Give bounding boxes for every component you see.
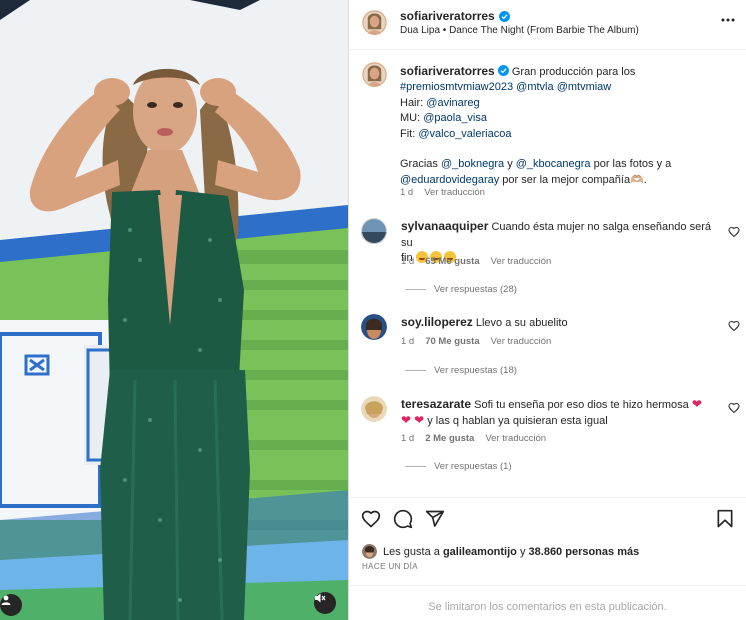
comment-time[interactable]: 1 d xyxy=(401,256,414,267)
comment-text: Llevo a su abuelito xyxy=(475,317,568,329)
caption-label: Hair: xyxy=(400,96,424,109)
view-replies-label: Ver respuestas (1) xyxy=(434,461,512,472)
commenter-username[interactable]: soy.liloperez xyxy=(401,315,473,329)
red-heart-emoji: ❤ xyxy=(401,412,412,427)
caption-text: Gracias xyxy=(400,158,438,171)
see-translation-link[interactable]: Ver traducción xyxy=(491,256,552,267)
comment-text: y las q hablan ya quisieran esta igual xyxy=(427,414,608,427)
commenter-avatar[interactable] xyxy=(361,218,387,244)
caption-username[interactable]: sofiariveratorres xyxy=(400,64,495,78)
mention-link[interactable]: @mtvla xyxy=(516,81,553,93)
author-avatar[interactable] xyxy=(362,10,387,35)
caption-avatar[interactable] xyxy=(362,62,387,87)
more-icon xyxy=(721,18,735,22)
replies-divider xyxy=(405,289,426,290)
heart-icon xyxy=(361,510,381,528)
share-icon xyxy=(425,510,445,527)
heart-icon[interactable] xyxy=(728,320,740,332)
likes-summary: Les gusta a galileamontijo y 38.860 pers… xyxy=(362,544,639,559)
comment-time[interactable]: 1 d xyxy=(401,433,414,444)
comment-meta: 1 d 2 Me gusta Ver traducción xyxy=(401,433,546,444)
caption-text: por las fotos y a xyxy=(593,158,672,171)
post-header: sofiariveratorres Dua Lipa • Dance The N… xyxy=(349,0,746,50)
mention-link[interactable]: @avinareg xyxy=(426,97,479,109)
replies-divider xyxy=(405,466,426,467)
like-button[interactable] xyxy=(360,508,382,530)
comment-text-block: soy.liloperez Llevo a su abuelito xyxy=(401,315,719,332)
comment-text: Sofi tu enseña por eso dios te hizo herm… xyxy=(474,399,689,411)
commenter-avatar[interactable] xyxy=(361,396,387,422)
user-tag-button[interactable] xyxy=(0,594,22,616)
post-media[interactable] xyxy=(0,0,348,620)
commenter-username[interactable]: teresazarate xyxy=(401,397,471,411)
liker-username[interactable]: galileamontijo xyxy=(443,546,517,558)
mention-link[interactable]: @_kbocanegra xyxy=(516,158,591,170)
verified-icon xyxy=(498,10,510,22)
user-tag-icon xyxy=(1,595,11,605)
red-heart-emoji: ❤ xyxy=(691,397,702,411)
comment-meta: 1 d 65 Me gusta Ver traducción xyxy=(401,256,551,267)
commenter-avatar[interactable] xyxy=(361,314,387,340)
post-actions: Les gusta a galileamontijo y 38.860 pers… xyxy=(349,497,746,620)
comment-likes[interactable]: 65 Me gusta xyxy=(425,256,479,267)
post-time: HACE UN DÍA xyxy=(362,562,418,571)
mention-link[interactable]: @mtvmiaw xyxy=(557,81,612,93)
heart-icon[interactable] xyxy=(728,226,740,238)
caption-text: y xyxy=(507,158,513,171)
more-options-button[interactable] xyxy=(720,12,736,28)
see-translation-link[interactable]: Ver traducción xyxy=(485,433,546,444)
audio-track[interactable]: Dua Lipa • Dance The Night (From Barbie … xyxy=(400,25,639,36)
author-name-row: sofiariveratorres xyxy=(400,9,510,23)
caption-text: Gran producción para los xyxy=(511,66,636,78)
save-button[interactable] xyxy=(714,508,736,530)
post-caption: sofiariveratorres Gran producción para l… xyxy=(400,64,700,188)
mention-link[interactable]: @paola_visa xyxy=(423,112,487,124)
post-panel: sofiariveratorres Dua Lipa • Dance The N… xyxy=(349,0,746,620)
comment-icon xyxy=(393,509,413,529)
caption-text: por ser la mejor compañía🫶🏼. xyxy=(502,173,647,186)
mute-button[interactable] xyxy=(314,592,336,614)
post-photo xyxy=(0,0,348,620)
red-heart-emoji: ❤ xyxy=(414,412,425,427)
view-replies-button[interactable]: Ver respuestas (1) xyxy=(405,461,512,472)
replies-divider xyxy=(405,370,426,371)
likes-count[interactable]: 38.860 personas más xyxy=(529,546,640,558)
comment-likes[interactable]: 70 Me gusta xyxy=(425,336,479,347)
see-translation-link[interactable]: Ver traducción xyxy=(491,336,552,347)
comment-text-block: teresazarate Sofi tu enseña por eso dios… xyxy=(401,397,719,429)
view-replies-button[interactable]: Ver respuestas (18) xyxy=(405,365,517,376)
comment-meta: 1 d 70 Me gusta Ver traducción xyxy=(401,336,551,347)
author-username[interactable]: sofiariveratorres xyxy=(400,9,495,23)
caption-meta: 1 d Ver traducción xyxy=(400,187,485,198)
mention-link[interactable]: @eduardovidegaray xyxy=(400,174,499,186)
comment-time[interactable]: 1 d xyxy=(401,336,414,347)
comments-limited-notice: Se limitaron los comentarios en esta pub… xyxy=(349,585,746,613)
caption-label: Fit: xyxy=(400,127,416,140)
mention-link[interactable]: @_boknegra xyxy=(441,158,504,170)
liker-avatar[interactable] xyxy=(362,544,377,559)
mute-icon xyxy=(315,593,326,603)
heart-icon[interactable] xyxy=(728,402,740,414)
likes-prefix: Les gusta a xyxy=(383,545,440,558)
likes-middle: y xyxy=(519,545,526,558)
comment-likes[interactable]: 2 Me gusta xyxy=(425,433,474,444)
caption-time[interactable]: 1 d xyxy=(400,187,413,198)
see-translation-link[interactable]: Ver traducción xyxy=(424,187,485,198)
view-replies-button[interactable]: Ver respuestas (28) xyxy=(405,284,517,295)
view-replies-label: Ver respuestas (18) xyxy=(434,365,517,376)
save-icon xyxy=(717,509,733,528)
caption-label: MU: xyxy=(400,112,421,125)
share-button[interactable] xyxy=(424,508,446,530)
mention-link[interactable]: @valco_valeriacoa xyxy=(418,128,511,140)
comment-button[interactable] xyxy=(392,508,414,530)
commenter-username[interactable]: sylvanaaquiper xyxy=(401,219,488,233)
view-replies-label: Ver respuestas (28) xyxy=(434,284,517,295)
verified-icon xyxy=(497,65,509,76)
hashtag-link[interactable]: #premiosmtvmiaw2023 xyxy=(400,81,513,93)
